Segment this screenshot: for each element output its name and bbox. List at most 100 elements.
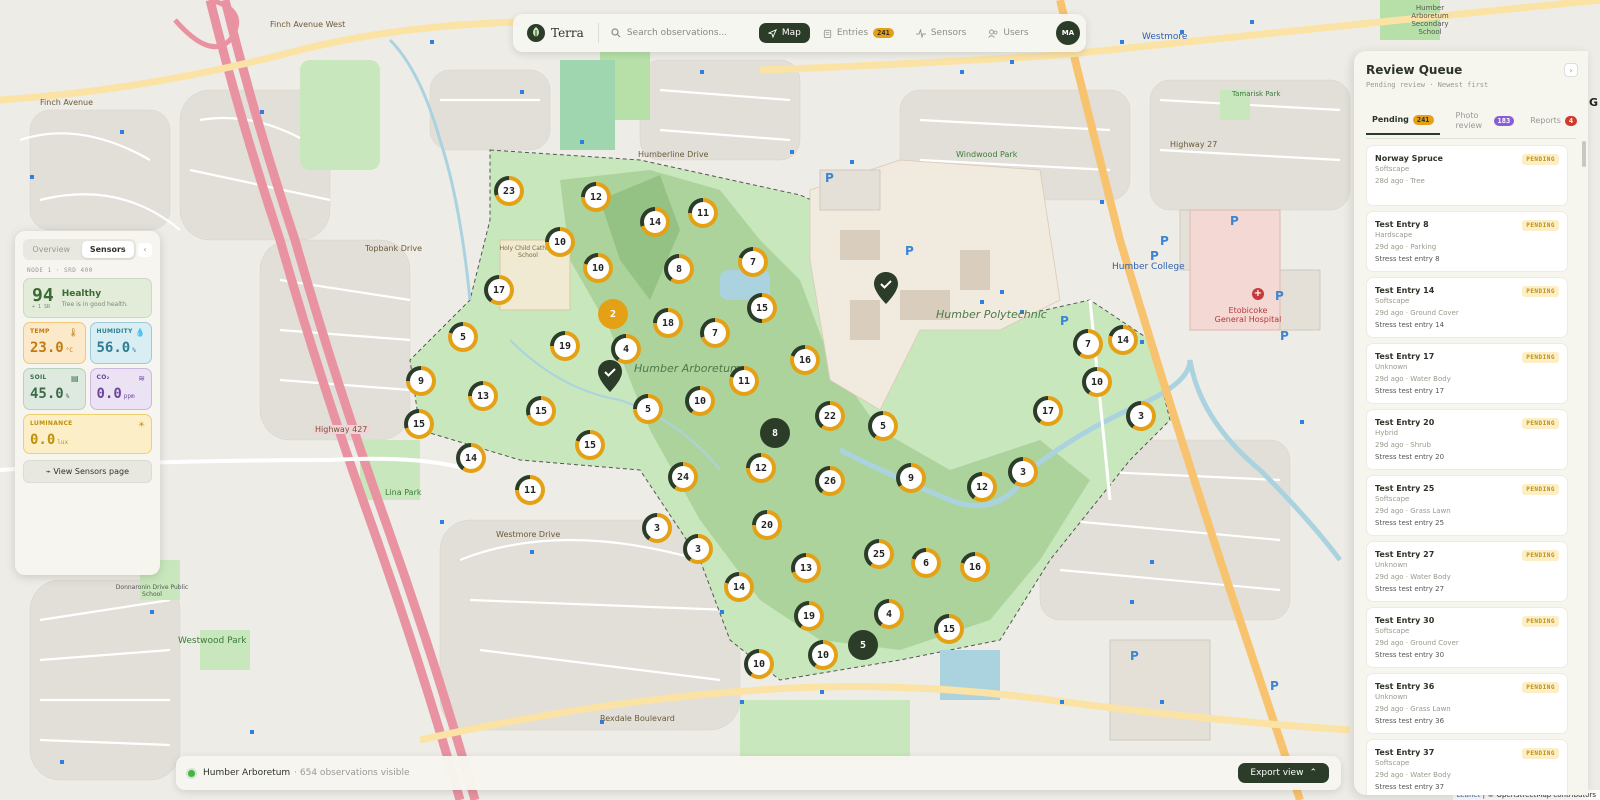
map-cluster[interactable]: 10 [685, 386, 715, 416]
map-cluster[interactable]: 10 [583, 253, 613, 283]
tab-pending[interactable]: Pending 241 [1366, 109, 1440, 135]
queue-item[interactable]: Test Entry 27 Unknown 29d ago · Water Body… [1366, 541, 1568, 603]
map-cluster[interactable]: 5 [868, 411, 898, 441]
queue-scrollbar[interactable] [1582, 141, 1586, 167]
soil-metric[interactable]: SOIL ▤ 45.0% [23, 368, 86, 410]
luminance-metric[interactable]: LUMINANCE ☀ 0.0 lux [23, 414, 152, 454]
map-cluster[interactable]: 19 [550, 331, 580, 361]
map-cluster[interactable]: 7 [700, 318, 730, 348]
map-cluster[interactable]: 5 [633, 394, 663, 424]
map-cluster[interactable]: 6 [911, 548, 941, 578]
cluster-count: 14 [1116, 334, 1130, 346]
tab-map[interactable]: Map [758, 23, 810, 43]
map-cluster[interactable]: 24 [668, 462, 698, 492]
map-cluster[interactable]: 15 [526, 396, 556, 426]
queue-item-meta: 29d ago · Grass Lawn [1375, 507, 1451, 516]
status-bar: Humber Arboretum · 654 observations visi… [176, 756, 1341, 790]
map-cluster[interactable]: 8 [664, 254, 694, 284]
search-input[interactable] [626, 28, 747, 38]
observation-count: · 654 observations visible [294, 768, 410, 778]
collapse-panel-button[interactable]: ‹ [138, 242, 152, 257]
tab-overview[interactable]: Overview [25, 241, 78, 258]
map-cluster[interactable]: 12 [746, 453, 776, 483]
map-cluster[interactable]: 3 [642, 513, 672, 543]
map-cluster[interactable]: 10 [808, 640, 838, 670]
map-cluster[interactable]: 17 [484, 275, 514, 305]
map-cluster[interactable]: 25 [864, 539, 894, 569]
queue-item[interactable]: Norway Spruce Softscape 28d ago · Tree PEND… [1366, 145, 1568, 207]
map-cluster[interactable]: 10 [1082, 367, 1112, 397]
tab-reports[interactable]: Reports 4 [1524, 110, 1583, 134]
brand[interactable]: Terra [519, 24, 592, 42]
map-cluster[interactable]: 18 [653, 308, 683, 338]
map-cluster[interactable]: 15 [747, 293, 777, 323]
tab-entries[interactable]: Entries 241 [814, 23, 903, 43]
map-cluster[interactable]: 14 [640, 207, 670, 237]
map-cluster[interactable]: 2 [598, 299, 628, 329]
map-cluster[interactable]: 16 [960, 552, 990, 582]
map-cluster[interactable]: 14 [456, 443, 486, 473]
map-cluster[interactable]: 15 [934, 614, 964, 644]
map-cluster[interactable]: 7 [1073, 329, 1103, 359]
cluster-count: 16 [968, 561, 982, 573]
map-cluster[interactable]: 3 [1008, 457, 1038, 487]
co2-metric[interactable]: CO₂ ≋ 0.0 ppm [89, 368, 152, 410]
humidity-metric[interactable]: HUMIDITY 💧 56.0% [89, 322, 152, 364]
search-box[interactable] [605, 28, 755, 38]
map-cluster[interactable]: 5 [448, 322, 478, 352]
queue-item[interactable]: Test Entry 36 Unknown 29d ago · Grass Lawn… [1366, 673, 1568, 735]
map-cluster[interactable]: 10 [545, 227, 575, 257]
map-cluster[interactable]: 15 [575, 430, 605, 460]
map-cluster[interactable]: 23 [494, 176, 524, 206]
map-cluster[interactable]: 10 [744, 649, 774, 679]
map-cluster[interactable]: 5 [848, 630, 878, 660]
queue-item[interactable]: Test Entry 37 Softscape 29d ago · Water Bo… [1366, 739, 1568, 795]
map-cluster[interactable]: 13 [791, 553, 821, 583]
map-cluster[interactable]: 14 [724, 572, 754, 602]
map-cluster[interactable]: 11 [729, 366, 759, 396]
collapse-queue-button[interactable]: › [1564, 63, 1578, 77]
luminance-label: LUMINANCE [30, 420, 73, 427]
map-cluster[interactable]: 19 [794, 601, 824, 631]
map-cluster[interactable]: 17 [1033, 396, 1063, 426]
map-cluster[interactable]: 11 [515, 475, 545, 505]
map-cluster[interactable]: 26 [815, 466, 845, 496]
tab-sensors-panel[interactable]: Sensors [81, 241, 134, 258]
map-cluster[interactable]: 20 [752, 510, 782, 540]
cluster-count: 20 [760, 519, 774, 531]
map-cluster[interactable]: 3 [683, 534, 713, 564]
pending-count-badge: 241 [1412, 114, 1434, 125]
user-avatar[interactable]: MA [1056, 21, 1080, 45]
map-cluster[interactable]: 8 [760, 418, 790, 448]
map-cluster[interactable]: 4 [874, 599, 904, 629]
droplet-icon: 💧 [135, 328, 145, 337]
export-view-button[interactable]: Export view ⌃ [1238, 763, 1329, 783]
map-cluster[interactable]: 14 [1108, 325, 1138, 355]
queue-item[interactable]: Test Entry 8 Hardscape 29d ago · Parking St… [1366, 211, 1568, 273]
cluster-count: 19 [558, 340, 572, 352]
map-cluster[interactable]: 9 [896, 463, 926, 493]
map-cluster[interactable]: 12 [967, 472, 997, 502]
view-sensors-button[interactable]: ⌁ View Sensors page [23, 460, 152, 483]
tab-photo-review[interactable]: Photo review 183 [1450, 105, 1521, 138]
map-cluster[interactable]: 7 [738, 247, 768, 277]
map-cluster[interactable]: 15 [404, 409, 434, 439]
map-pin-polytechnic[interactable] [874, 272, 898, 304]
map-cluster[interactable]: 22 [815, 401, 845, 431]
map-cluster[interactable]: 12 [581, 182, 611, 212]
queue-item[interactable]: Test Entry 14 Softscape 29d ago · Ground C… [1366, 277, 1568, 339]
map-cluster[interactable]: 13 [468, 381, 498, 411]
map-cluster[interactable]: 11 [688, 198, 718, 228]
tab-users[interactable]: Users [979, 23, 1037, 43]
map-cluster[interactable]: 3 [1126, 401, 1156, 431]
map-cluster[interactable]: 16 [790, 345, 820, 375]
tab-sensors[interactable]: Sensors [907, 23, 976, 43]
queue-item[interactable]: Test Entry 25 Softscape 29d ago · Grass La… [1366, 475, 1568, 537]
queue-item[interactable]: Test Entry 30 Softscape 29d ago · Ground C… [1366, 607, 1568, 669]
temp-metric[interactable]: TEMP 🌡 23.0 °C [23, 322, 86, 364]
queue-item[interactable]: Test Entry 20 Hybrid 29d ago · Shrub Stress… [1366, 409, 1568, 471]
map-pin-arboretum[interactable] [598, 360, 622, 392]
queue-item[interactable]: Test Entry 17 Unknown 29d ago · Water Body… [1366, 343, 1568, 405]
users-icon [988, 29, 998, 38]
map-cluster[interactable]: 9 [406, 366, 436, 396]
